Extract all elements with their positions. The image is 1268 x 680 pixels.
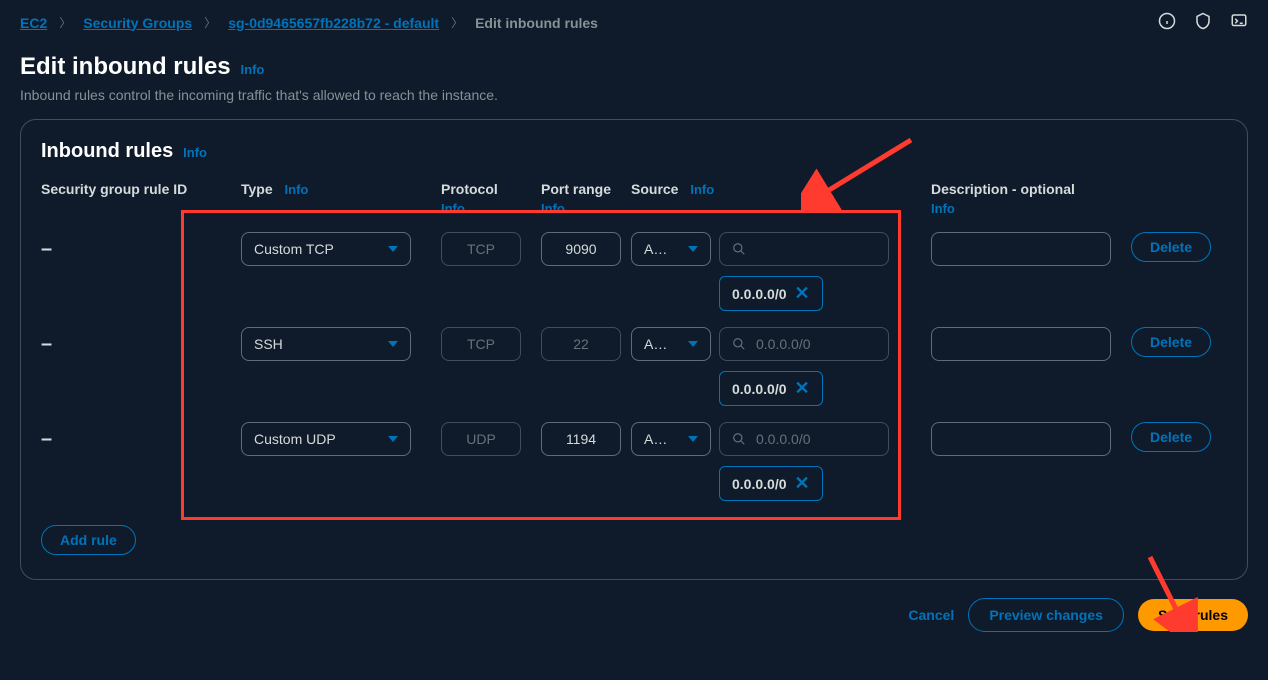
port-range-field[interactable]: 1194 xyxy=(541,422,621,456)
rule-id: – xyxy=(41,232,241,261)
chevron-down-icon xyxy=(688,341,698,347)
inbound-rules-panel: Inbound rules Info Security group rule I… xyxy=(20,119,1248,580)
type-select[interactable]: Custom TCP xyxy=(241,232,411,266)
col-type-info[interactable]: Info xyxy=(285,182,309,197)
shield-icon[interactable] xyxy=(1194,12,1212,33)
terminal-icon[interactable] xyxy=(1230,12,1248,33)
rule-row: – Custom TCP TCP 9090 A… xyxy=(41,232,1227,311)
col-source-info[interactable]: Info xyxy=(690,182,714,197)
source-search-input[interactable] xyxy=(719,232,889,266)
cancel-button[interactable]: Cancel xyxy=(908,607,954,623)
breadcrumb-sg-detail[interactable]: sg-0d9465657fb228b72 - default xyxy=(228,15,439,31)
preview-changes-button[interactable]: Preview changes xyxy=(968,598,1124,632)
footer-actions: Cancel Preview changes Save rules xyxy=(0,580,1268,650)
port-range-field: 22 xyxy=(541,327,621,361)
cidr-chip: 0.0.0.0/0 ✕ xyxy=(719,371,823,406)
source-select[interactable]: A… xyxy=(631,327,711,361)
protocol-field: TCP xyxy=(441,327,521,361)
info-icon[interactable] xyxy=(1158,12,1176,33)
delete-button[interactable]: Delete xyxy=(1131,422,1211,452)
description-input[interactable] xyxy=(931,232,1111,266)
col-source: Source xyxy=(631,181,678,197)
source-search-input[interactable]: 0.0.0.0/0 xyxy=(719,327,889,361)
rule-id: – xyxy=(41,422,241,451)
search-icon xyxy=(732,337,746,351)
type-select[interactable]: Custom UDP xyxy=(241,422,411,456)
port-range-field[interactable]: 9090 xyxy=(541,232,621,266)
rule-row: – SSH TCP 22 A… 0.0.0.0/0 xyxy=(41,327,1227,406)
add-rule-button[interactable]: Add rule xyxy=(41,525,136,555)
panel-info-link[interactable]: Info xyxy=(183,145,207,160)
chevron-down-icon xyxy=(388,246,398,252)
page-title-info-link[interactable]: Info xyxy=(241,62,265,77)
col-protocol-info[interactable]: Info xyxy=(441,201,541,216)
chevron-down-icon xyxy=(388,341,398,347)
col-port-info[interactable]: Info xyxy=(541,201,631,216)
chevron-right-icon: 〉 xyxy=(59,14,71,31)
chevron-down-icon xyxy=(688,436,698,442)
source-select[interactable]: A… xyxy=(631,422,711,456)
col-desc: Description - optional xyxy=(931,181,1131,197)
column-headers: Security group rule ID Type Info Protoco… xyxy=(41,181,1227,216)
col-sgid: Security group rule ID xyxy=(41,181,241,216)
page-title: Edit inbound rules xyxy=(20,53,231,81)
cidr-chip: 0.0.0.0/0 ✕ xyxy=(719,276,823,311)
close-icon[interactable]: ✕ xyxy=(795,283,810,304)
delete-button[interactable]: Delete xyxy=(1131,232,1211,262)
chevron-right-icon: 〉 xyxy=(204,14,216,31)
source-search-input[interactable]: 0.0.0.0/0 xyxy=(719,422,889,456)
close-icon[interactable]: ✕ xyxy=(795,473,810,494)
search-icon xyxy=(732,242,746,256)
save-rules-button[interactable]: Save rules xyxy=(1138,599,1248,631)
breadcrumb: EC2 〉 Security Groups 〉 sg-0d9465657fb22… xyxy=(0,0,1268,45)
chevron-down-icon xyxy=(688,246,698,252)
cidr-chip: 0.0.0.0/0 ✕ xyxy=(719,466,823,501)
rule-row: – Custom UDP UDP 1194 A… 0.0.0.0/0 xyxy=(41,422,1227,501)
description-input[interactable] xyxy=(931,422,1111,456)
col-port: Port range xyxy=(541,181,631,197)
protocol-field: UDP xyxy=(441,422,521,456)
col-protocol: Protocol xyxy=(441,181,541,197)
search-icon xyxy=(732,432,746,446)
breadcrumb-current: Edit inbound rules xyxy=(475,15,598,31)
protocol-field: TCP xyxy=(441,232,521,266)
breadcrumb-security-groups[interactable]: Security Groups xyxy=(83,15,192,31)
rule-id: – xyxy=(41,327,241,356)
chevron-down-icon xyxy=(388,436,398,442)
delete-button[interactable]: Delete xyxy=(1131,327,1211,357)
source-select[interactable]: A… xyxy=(631,232,711,266)
description-input[interactable] xyxy=(931,327,1111,361)
col-desc-info[interactable]: Info xyxy=(931,201,1131,216)
breadcrumb-ec2[interactable]: EC2 xyxy=(20,15,47,31)
col-type: Type xyxy=(241,181,273,197)
chevron-right-icon: 〉 xyxy=(451,14,463,31)
close-icon[interactable]: ✕ xyxy=(795,378,810,399)
page-subtitle: Inbound rules control the incoming traff… xyxy=(20,87,1248,103)
type-select[interactable]: SSH xyxy=(241,327,411,361)
panel-title: Inbound rules xyxy=(41,140,173,163)
